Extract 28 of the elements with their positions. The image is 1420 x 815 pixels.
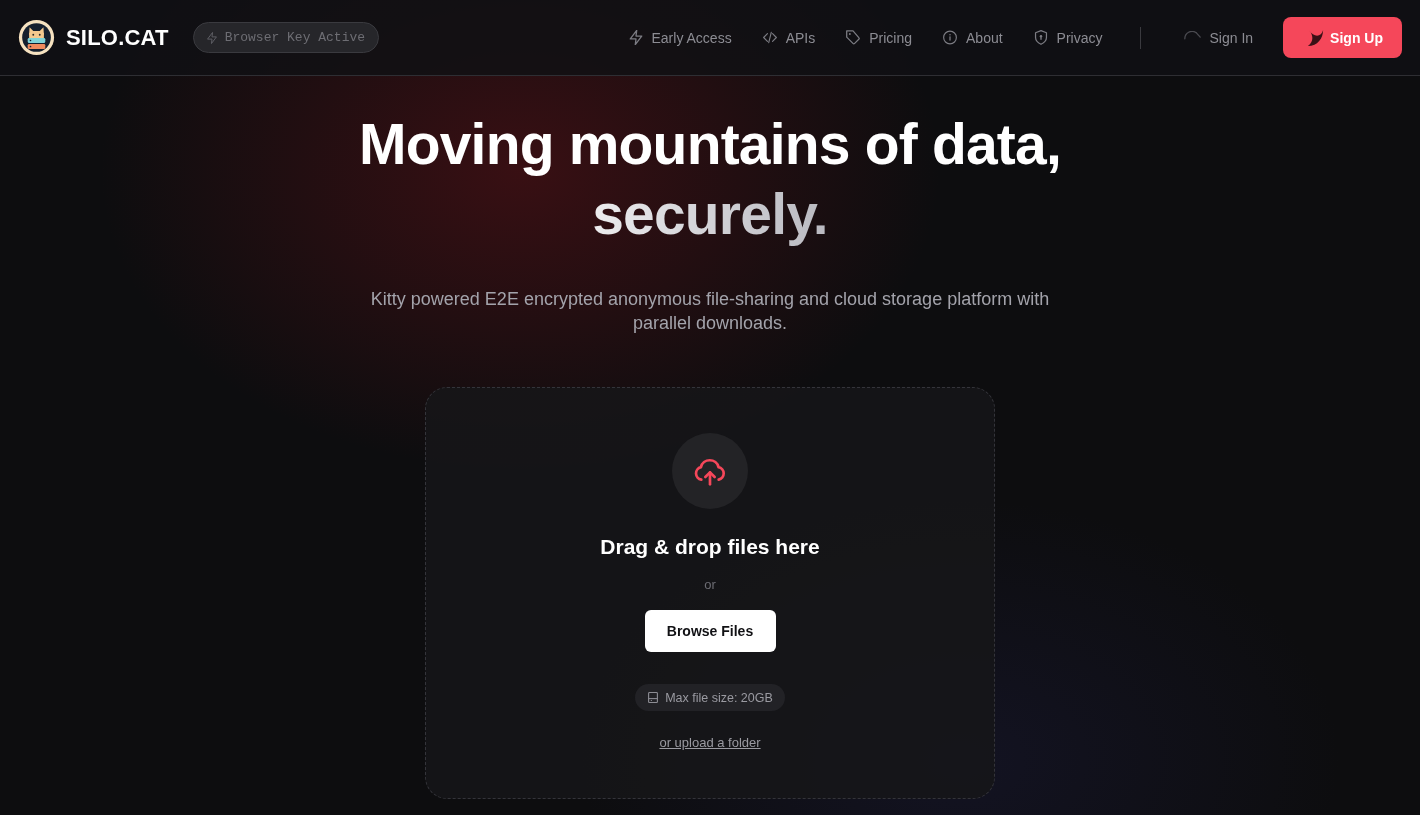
drop-zone[interactable]: Drag & drop files here or Browse Files Max file size: 20GB or upload a folder xyxy=(425,387,995,799)
info-icon xyxy=(943,30,957,45)
bolt-icon xyxy=(206,31,217,44)
file-size-badge: Max file size: 20GB xyxy=(635,684,785,711)
crescent-icon xyxy=(1307,28,1325,47)
nav-link[interactable]: Pricing xyxy=(846,29,912,46)
tag-icon xyxy=(846,30,861,45)
hero-subtitle: Kitty powered E2E encrypted anonymous file-sharing and cloud storage platform with parallel downloads. xyxy=(369,288,1051,335)
shield-icon xyxy=(1033,30,1048,45)
drop-zone-heading: Drag & drop files here xyxy=(600,534,820,560)
drive-icon xyxy=(648,692,659,703)
sign-up-button[interactable]: Sign Up xyxy=(1283,17,1402,58)
nav-link[interactable]: Privacy xyxy=(1033,29,1103,46)
separator-text: or xyxy=(704,577,716,593)
status-badge: Browser Key Active xyxy=(192,22,380,53)
nav-link[interactable]: APIs xyxy=(762,29,816,46)
code-icon xyxy=(762,30,777,45)
bolt-icon xyxy=(628,30,643,45)
brand-name: SILO.CAT xyxy=(66,24,169,51)
sign-in-link[interactable]: Sign In xyxy=(1183,29,1254,46)
upload-cloud-icon xyxy=(672,433,748,509)
upload-folder-link[interactable]: or upload a folder xyxy=(659,735,761,750)
nav-link[interactable]: About xyxy=(943,29,1003,46)
hero-title: Moving mountains of data, xyxy=(359,111,1061,178)
browse-files-button[interactable]: Browse Files xyxy=(644,610,776,652)
cat-logo-icon xyxy=(18,19,55,56)
arc-icon xyxy=(1183,30,1201,40)
nav-link[interactable]: Early Access xyxy=(628,29,732,46)
